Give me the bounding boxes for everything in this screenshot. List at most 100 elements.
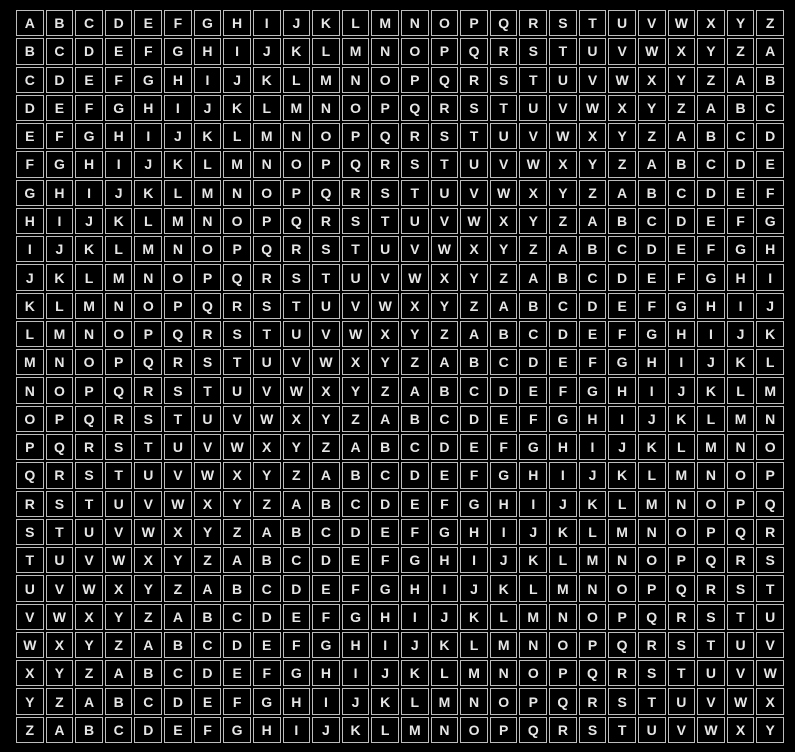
letter-cell: Q bbox=[578, 660, 607, 687]
letter-cell: V bbox=[430, 207, 459, 235]
letter-cell: S bbox=[371, 179, 399, 206]
letter-cell: K bbox=[726, 349, 755, 376]
letter-cell: B bbox=[252, 547, 281, 574]
letter-cell: I bbox=[371, 631, 399, 659]
letter-cell: X bbox=[16, 660, 44, 687]
letter-cell: F bbox=[519, 405, 548, 433]
letter-cell: W bbox=[16, 631, 44, 659]
letter-cell: I bbox=[549, 462, 577, 489]
letter-cell: C bbox=[134, 688, 163, 715]
letter-cell: Y bbox=[637, 94, 666, 122]
letter-cell: P bbox=[667, 547, 696, 574]
letter-cell: A bbox=[341, 434, 370, 461]
letter-cell: A bbox=[223, 547, 251, 574]
letter-cell: W bbox=[164, 490, 192, 517]
letter-cell: Q bbox=[341, 151, 370, 178]
letter-cell: E bbox=[637, 264, 666, 291]
letter-cell: X bbox=[697, 10, 725, 37]
letter-cell: A bbox=[16, 10, 44, 37]
letter-cell: B bbox=[371, 434, 399, 461]
letter-cell: S bbox=[223, 320, 251, 348]
letter-cell: V bbox=[252, 377, 281, 404]
letter-cell: C bbox=[608, 236, 636, 263]
letter-cell: Z bbox=[608, 151, 636, 178]
letter-cell: E bbox=[16, 123, 44, 150]
letter-cell: C bbox=[282, 547, 311, 574]
letter-cell: G bbox=[430, 518, 459, 546]
letter-cell: F bbox=[460, 462, 488, 489]
letter-cell: P bbox=[252, 207, 281, 235]
letter-cell: D bbox=[45, 66, 74, 93]
letter-cell: X bbox=[193, 490, 222, 517]
letter-cell: V bbox=[608, 38, 636, 65]
letter-cell: I bbox=[697, 320, 725, 348]
letter-cell: Q bbox=[312, 179, 340, 206]
letter-cell: P bbox=[134, 320, 163, 348]
letter-cell: M bbox=[697, 434, 725, 461]
letter-cell: I bbox=[341, 660, 370, 687]
letter-cell: S bbox=[519, 38, 548, 65]
letter-cell: Y bbox=[697, 38, 725, 65]
letter-cell: D bbox=[549, 320, 577, 348]
letter-cell: A bbox=[726, 66, 755, 93]
letter-cell: N bbox=[430, 716, 459, 743]
letter-cell: O bbox=[134, 292, 163, 319]
letter-cell: T bbox=[726, 603, 755, 630]
letter-cell: B bbox=[75, 716, 103, 743]
letter-cell: O bbox=[341, 94, 370, 122]
letter-cell: K bbox=[578, 490, 607, 517]
letter-cell: G bbox=[164, 38, 192, 65]
letter-cell: D bbox=[489, 377, 518, 404]
letter-cell: K bbox=[193, 123, 222, 150]
letter-cell: S bbox=[312, 236, 340, 263]
letter-cell: U bbox=[637, 716, 666, 743]
letter-cell: F bbox=[104, 66, 133, 93]
letter-cell: Z bbox=[756, 10, 784, 37]
letter-cell: V bbox=[667, 716, 696, 743]
letter-cell: N bbox=[489, 660, 518, 687]
letter-cell: S bbox=[697, 603, 725, 630]
letter-cell: J bbox=[697, 349, 725, 376]
letter-cell: Z bbox=[549, 207, 577, 235]
letter-cell: E bbox=[430, 462, 459, 489]
letter-cell: Q bbox=[252, 236, 281, 263]
letter-cell: H bbox=[519, 462, 548, 489]
letter-cell: Y bbox=[460, 264, 488, 291]
letter-cell: W bbox=[430, 236, 459, 263]
letter-cell: M bbox=[104, 264, 133, 291]
letter-cell: U bbox=[75, 518, 103, 546]
letter-cell: W bbox=[756, 660, 784, 687]
letter-cell: K bbox=[667, 405, 696, 433]
letter-cell: H bbox=[489, 490, 518, 517]
letter-cell: Y bbox=[193, 518, 222, 546]
letter-cell: E bbox=[164, 716, 192, 743]
letter-cell: A bbox=[134, 631, 163, 659]
letter-cell: I bbox=[75, 179, 103, 206]
letter-cell: I bbox=[223, 38, 251, 65]
letter-cell: Q bbox=[667, 575, 696, 602]
letter-cell: R bbox=[549, 716, 577, 743]
letter-cell: T bbox=[667, 660, 696, 687]
letter-cell: N bbox=[637, 518, 666, 546]
letter-cell: A bbox=[549, 236, 577, 263]
letter-cell: L bbox=[608, 490, 636, 517]
letter-cell: U bbox=[45, 547, 74, 574]
letter-cell: S bbox=[578, 716, 607, 743]
letter-cell: A bbox=[45, 716, 74, 743]
letter-cell: O bbox=[401, 38, 429, 65]
letter-cell: B bbox=[608, 207, 636, 235]
letter-cell: A bbox=[282, 490, 311, 517]
letter-cell: J bbox=[252, 38, 281, 65]
letter-cell: G bbox=[193, 10, 222, 37]
letter-cell: Y bbox=[282, 434, 311, 461]
letter-cell: K bbox=[697, 377, 725, 404]
letter-cell: A bbox=[164, 603, 192, 630]
letter-cell: U bbox=[489, 123, 518, 150]
letter-cell: L bbox=[134, 207, 163, 235]
letter-cell: P bbox=[45, 405, 74, 433]
letter-cell: Q bbox=[16, 462, 44, 489]
letter-cell: M bbox=[312, 66, 340, 93]
letter-cell: M bbox=[637, 490, 666, 517]
letter-cell: J bbox=[756, 292, 784, 319]
letter-cell: O bbox=[104, 320, 133, 348]
